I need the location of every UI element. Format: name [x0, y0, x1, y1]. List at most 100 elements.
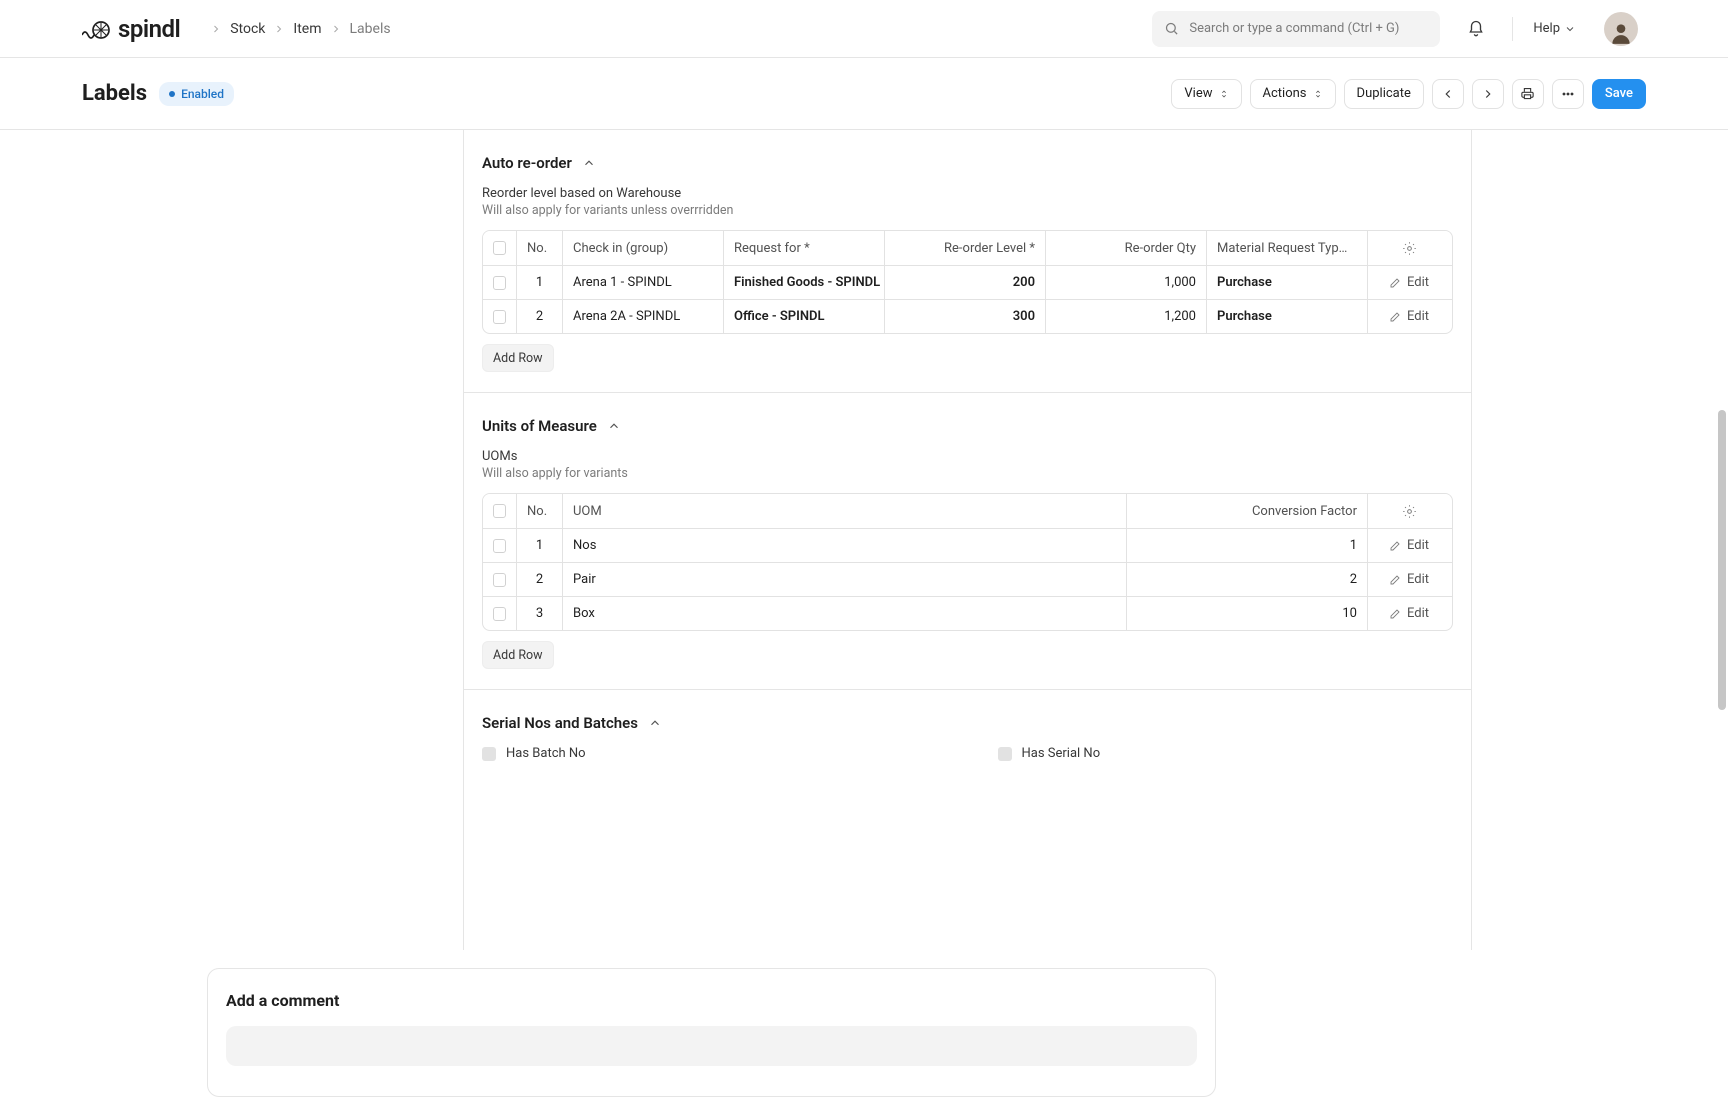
- search-placeholder: Search or type a command (Ctrl + G): [1189, 21, 1399, 36]
- chevron-right-icon: [330, 23, 342, 35]
- has-serial-label: Has Serial No: [1022, 746, 1101, 761]
- cell-type[interactable]: Purchase: [1207, 266, 1368, 299]
- cell-factor[interactable]: 10: [1127, 597, 1368, 630]
- row-checkbox[interactable]: [483, 597, 517, 630]
- save-label: Save: [1605, 86, 1633, 101]
- section-toggle-auto-reorder[interactable]: Auto re-order: [482, 154, 1453, 172]
- col-material-request-type: Material Request Typ…: [1207, 231, 1368, 265]
- print-button[interactable]: [1512, 79, 1544, 109]
- view-label: View: [1184, 86, 1212, 101]
- cell-request[interactable]: Finished Goods - SPINDL: [724, 266, 885, 299]
- edit-label: Edit: [1407, 275, 1429, 290]
- section-title: Units of Measure: [482, 417, 597, 435]
- row-edit-button[interactable]: Edit: [1368, 529, 1450, 562]
- row-edit-button[interactable]: Edit: [1368, 563, 1450, 596]
- chevron-up-icon: [582, 156, 596, 170]
- cell-uom[interactable]: Nos: [563, 529, 1127, 562]
- cell-no: 3: [517, 597, 563, 630]
- actions-menu-button[interactable]: Actions: [1250, 79, 1336, 109]
- table-row[interactable]: 1 Nos 1 Edit: [483, 528, 1452, 562]
- brand-logo[interactable]: spindl: [82, 15, 180, 43]
- pencil-icon: [1389, 608, 1401, 620]
- header-checkbox[interactable]: [483, 231, 517, 265]
- next-button[interactable]: [1472, 79, 1504, 109]
- table-settings-button[interactable]: [1368, 231, 1450, 265]
- more-button[interactable]: [1552, 79, 1584, 109]
- table-header: No. Check in (group) Request for * Re-or…: [483, 231, 1452, 265]
- chevron-left-icon: [1441, 87, 1455, 101]
- table-row[interactable]: 2 Pair 2 Edit: [483, 562, 1452, 596]
- crumb-item[interactable]: Item: [293, 21, 321, 37]
- row-edit-button[interactable]: Edit: [1368, 300, 1450, 333]
- comment-input[interactable]: [226, 1026, 1197, 1066]
- cell-level[interactable]: 300: [885, 300, 1046, 333]
- form-card: Auto re-order Reorder level based on War…: [463, 130, 1472, 950]
- reorder-table: No. Check in (group) Request for * Re-or…: [482, 230, 1453, 334]
- cell-factor[interactable]: 2: [1127, 563, 1368, 596]
- section-toggle-uom[interactable]: Units of Measure: [482, 417, 1453, 435]
- select-icon: [1219, 87, 1229, 101]
- edit-label: Edit: [1407, 309, 1429, 324]
- crumb-stock[interactable]: Stock: [230, 21, 265, 37]
- cell-factor[interactable]: 1: [1127, 529, 1368, 562]
- cell-request[interactable]: Office - SPINDL: [724, 300, 885, 333]
- status-dot-icon: [169, 91, 175, 97]
- cell-checkin[interactable]: Arena 1 - SPINDL: [563, 266, 724, 299]
- table-row[interactable]: 1 Arena 1 - SPINDL Finished Goods - SPIN…: [483, 265, 1452, 299]
- help-menu[interactable]: Help: [1533, 21, 1576, 36]
- edit-label: Edit: [1407, 538, 1429, 553]
- section-note: Will also apply for variants unless over…: [482, 203, 1453, 218]
- row-edit-button[interactable]: Edit: [1368, 597, 1450, 630]
- section-auto-reorder: Auto re-order Reorder level based on War…: [464, 130, 1471, 393]
- actions-label: Actions: [1263, 86, 1307, 101]
- col-request-for: Request for *: [724, 231, 885, 265]
- section-serial: Serial Nos and Batches Has Batch No Has …: [464, 690, 1471, 781]
- more-horizontal-icon: [1560, 86, 1576, 102]
- cell-uom[interactable]: Box: [563, 597, 1127, 630]
- scrollbar[interactable]: [1718, 130, 1726, 730]
- edit-label: Edit: [1407, 606, 1429, 621]
- scrollbar-thumb[interactable]: [1718, 410, 1726, 710]
- pencil-icon: [1389, 540, 1401, 552]
- add-row-button[interactable]: Add Row: [482, 344, 554, 372]
- col-no: No.: [517, 494, 563, 528]
- notifications-button[interactable]: [1460, 13, 1492, 45]
- bell-icon: [1467, 20, 1485, 38]
- col-checkin: Check in (group): [563, 231, 724, 265]
- top-navbar: spindl Stock Item Labels Search or type …: [0, 0, 1728, 58]
- save-button[interactable]: Save: [1592, 79, 1646, 109]
- cell-uom[interactable]: Pair: [563, 563, 1127, 596]
- table-settings-button[interactable]: [1368, 494, 1450, 528]
- cell-qty[interactable]: 1,200: [1046, 300, 1207, 333]
- cell-no: 2: [517, 563, 563, 596]
- row-checkbox[interactable]: [483, 266, 517, 299]
- chevron-right-icon: [273, 23, 285, 35]
- row-checkbox[interactable]: [483, 300, 517, 333]
- table-row[interactable]: 2 Arena 2A - SPINDL Office - SPINDL 300 …: [483, 299, 1452, 333]
- row-checkbox[interactable]: [483, 529, 517, 562]
- header-checkbox[interactable]: [483, 494, 517, 528]
- cell-level[interactable]: 200: [885, 266, 1046, 299]
- row-edit-button[interactable]: Edit: [1368, 266, 1450, 299]
- select-icon: [1313, 87, 1323, 101]
- user-avatar[interactable]: [1604, 12, 1638, 46]
- table-row[interactable]: 3 Box 10 Edit: [483, 596, 1452, 630]
- search-input[interactable]: Search or type a command (Ctrl + G): [1152, 11, 1440, 47]
- cell-type[interactable]: Purchase: [1207, 300, 1368, 333]
- has-batch-checkbox[interactable]: Has Batch No: [482, 746, 938, 761]
- cell-qty[interactable]: 1,000: [1046, 266, 1207, 299]
- prev-button[interactable]: [1432, 79, 1464, 109]
- section-subtitle: UOMs: [482, 449, 1453, 464]
- crumb-labels: Labels: [350, 21, 391, 37]
- comment-title: Add a comment: [226, 991, 1197, 1010]
- table-header: No. UOM Conversion Factor: [483, 494, 1452, 528]
- has-serial-checkbox[interactable]: Has Serial No: [998, 746, 1454, 761]
- cell-checkin[interactable]: Arena 2A - SPINDL: [563, 300, 724, 333]
- cell-no: 1: [517, 266, 563, 299]
- section-toggle-serial[interactable]: Serial Nos and Batches: [482, 714, 1453, 732]
- cell-no: 2: [517, 300, 563, 333]
- duplicate-button[interactable]: Duplicate: [1344, 79, 1424, 109]
- row-checkbox[interactable]: [483, 563, 517, 596]
- view-menu-button[interactable]: View: [1171, 79, 1241, 109]
- add-row-button[interactable]: Add Row: [482, 641, 554, 669]
